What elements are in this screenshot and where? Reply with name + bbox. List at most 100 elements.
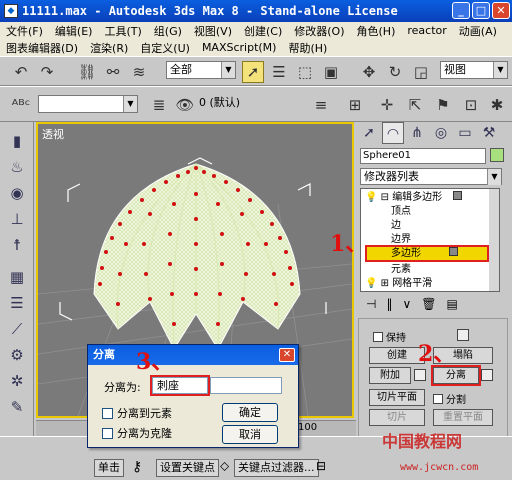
- menu-graph-editors[interactable]: 图表编辑器(D): [6, 40, 78, 56]
- settings-icon[interactable]: ⊟: [316, 459, 326, 473]
- selection-filter-dropdown[interactable]: 全部 ▼: [166, 61, 236, 79]
- modify-tab-icon[interactable]: ◠: [382, 122, 404, 144]
- menu-tools[interactable]: 工具(T): [104, 23, 141, 39]
- stack-item-edge[interactable]: 边: [391, 219, 401, 232]
- stack-icon[interactable]: ☰: [6, 292, 28, 314]
- create-teapot-icon[interactable]: ♨: [6, 156, 28, 178]
- display-tab-icon[interactable]: ▭: [454, 122, 476, 144]
- reference-coordinate-dropdown[interactable]: 视图 ▼: [440, 61, 508, 79]
- motion-tab-icon[interactable]: ◎: [430, 122, 452, 144]
- cancel-button[interactable]: 取消: [222, 425, 278, 444]
- split-checkbox[interactable]: 分割: [433, 391, 466, 406]
- reset-plane-button[interactable]: 重置平面: [433, 409, 493, 426]
- menu-rendering[interactable]: 渲染(R): [90, 40, 128, 56]
- maximize-button[interactable]: □: [472, 2, 490, 19]
- menu-group[interactable]: 组(G): [154, 23, 182, 39]
- move-icon[interactable]: ✥: [358, 61, 380, 83]
- pencil-icon[interactable]: ✎: [6, 396, 28, 418]
- layer-manager-icon[interactable]: ≡: [310, 94, 332, 116]
- eye-icon[interactable]: 👁: [174, 94, 196, 116]
- set-current-layer-icon[interactable]: ⚑: [432, 94, 454, 116]
- menu-help[interactable]: 帮助(H): [288, 40, 327, 56]
- rotate-icon[interactable]: ↻: [384, 61, 406, 83]
- add-to-layer-icon[interactable]: ✛: [376, 94, 398, 116]
- create-button[interactable]: 创建: [369, 347, 425, 364]
- menu-edit[interactable]: 编辑(E): [55, 23, 93, 39]
- close-icon[interactable]: ✕: [279, 348, 295, 362]
- layers-icon[interactable]: ≣: [148, 94, 170, 116]
- select-layer-icon[interactable]: ⇱: [404, 94, 426, 116]
- slice-button[interactable]: 切片: [369, 409, 425, 426]
- deform-icon[interactable]: ⚙: [6, 344, 28, 366]
- preserve-uvs-checkbox[interactable]: 保持: [373, 329, 406, 344]
- attach-settings-icon[interactable]: [414, 369, 426, 381]
- key-filters-button[interactable]: 关键点过滤器...: [234, 459, 319, 477]
- create-box-icon[interactable]: ▮: [6, 130, 28, 152]
- unlink-icon[interactable]: ⚯: [102, 61, 124, 83]
- tube-icon[interactable]: ⟋: [6, 318, 28, 340]
- key-icon[interactable]: ⚷: [132, 459, 142, 475]
- abc-icon[interactable]: ᴬᴮᶜ: [10, 94, 32, 116]
- window-crossing-icon[interactable]: ▣: [320, 61, 342, 83]
- layer-dropdown[interactable]: 0 (默认): [196, 95, 296, 113]
- stack-item-border[interactable]: 边界: [391, 233, 411, 246]
- detach-button[interactable]: 分离: [431, 365, 481, 386]
- configure-modifier-sets-icon[interactable]: ▤: [446, 297, 457, 311]
- menu-maxscript[interactable]: MAXScript(M): [202, 41, 277, 54]
- object-name-field[interactable]: Sphere01: [360, 148, 486, 164]
- detach-as-clone-checkbox[interactable]: 分离为克隆: [102, 425, 172, 441]
- stack-item-polygon[interactable]: 多边形: [365, 245, 489, 262]
- menu-character[interactable]: 角色(H): [357, 23, 396, 39]
- stack-item-edit-poly[interactable]: 💡 ⊟ 编辑多边形: [365, 191, 463, 204]
- menu-animation[interactable]: 动画(A): [459, 23, 497, 39]
- make-unique-icon[interactable]: ∨: [402, 297, 411, 311]
- detach-settings-icon[interactable]: [481, 369, 493, 381]
- minimize-button[interactable]: _: [452, 2, 470, 19]
- menu-create[interactable]: 创建(C): [244, 23, 282, 39]
- material-icon[interactable]: ▦: [6, 266, 28, 288]
- detach-as-input[interactable]: 刺座: [150, 375, 210, 396]
- key-mode-icon[interactable]: ⬦: [220, 459, 229, 474]
- show-end-result-icon[interactable]: ‖: [386, 297, 392, 311]
- hierarchy-tab-icon[interactable]: ⋔: [406, 122, 428, 144]
- stack-item-vertex[interactable]: 顶点: [391, 205, 411, 218]
- settings-icon[interactable]: ✲: [6, 370, 28, 392]
- scale-icon[interactable]: ◲: [410, 61, 432, 83]
- object-color-swatch[interactable]: [490, 148, 504, 162]
- attach-button[interactable]: 附加: [369, 367, 411, 384]
- menu-customize[interactable]: 自定义(U): [140, 40, 190, 56]
- select-object-icon[interactable]: ➚: [242, 61, 264, 83]
- create-sphere-icon[interactable]: ◉: [6, 182, 28, 204]
- freeze-layer-icon[interactable]: ✱: [486, 94, 508, 116]
- redo-icon[interactable]: ↷: [36, 61, 58, 83]
- slice-plane-button[interactable]: 切片平面: [369, 389, 425, 406]
- detach-to-element-checkbox[interactable]: 分离到元素: [102, 405, 172, 421]
- menu-file[interactable]: 文件(F): [6, 23, 43, 39]
- create-cone-icon[interactable]: ⊥: [6, 208, 28, 230]
- create-tab-icon[interactable]: ➚: [358, 122, 380, 144]
- rectangular-selection-icon[interactable]: ⬚: [294, 61, 316, 83]
- viewport-label[interactable]: 透视: [42, 126, 64, 142]
- bind-space-warp-icon[interactable]: ≋: [128, 61, 150, 83]
- ok-button[interactable]: 确定: [222, 403, 278, 422]
- menu-reactor[interactable]: reactor: [407, 24, 446, 37]
- menu-views[interactable]: 视图(V): [194, 23, 232, 39]
- utilities-tab-icon[interactable]: ⚒: [478, 122, 500, 144]
- link-icon[interactable]: ⛓: [76, 61, 98, 83]
- remove-modifier-icon[interactable]: 🗑: [421, 297, 436, 311]
- create-biped-icon[interactable]: ☨: [6, 234, 28, 256]
- modifier-list-dropdown[interactable]: 修改器列表 ▼: [360, 168, 502, 185]
- create-layer-icon[interactable]: ⊞: [344, 94, 366, 116]
- menu-modifiers[interactable]: 修改器(O): [294, 23, 344, 39]
- select-by-name-icon[interactable]: ☰: [268, 61, 290, 83]
- stack-item-element[interactable]: 元素: [391, 263, 411, 276]
- stack-scrollbar[interactable]: [489, 189, 499, 291]
- undo-icon[interactable]: ↶: [10, 61, 32, 83]
- set-key-button[interactable]: 设置关键点: [156, 459, 219, 477]
- stack-item-meshsmooth[interactable]: 💡 ⊞ 网格平滑: [365, 277, 432, 290]
- named-selection-dropdown[interactable]: ▼: [38, 95, 138, 113]
- pin-stack-icon[interactable]: ⊣: [366, 297, 376, 311]
- layer-properties-icon[interactable]: ⊡: [460, 94, 482, 116]
- close-button[interactable]: ✕: [492, 2, 510, 19]
- preserve-uvs-settings-icon[interactable]: [457, 329, 469, 341]
